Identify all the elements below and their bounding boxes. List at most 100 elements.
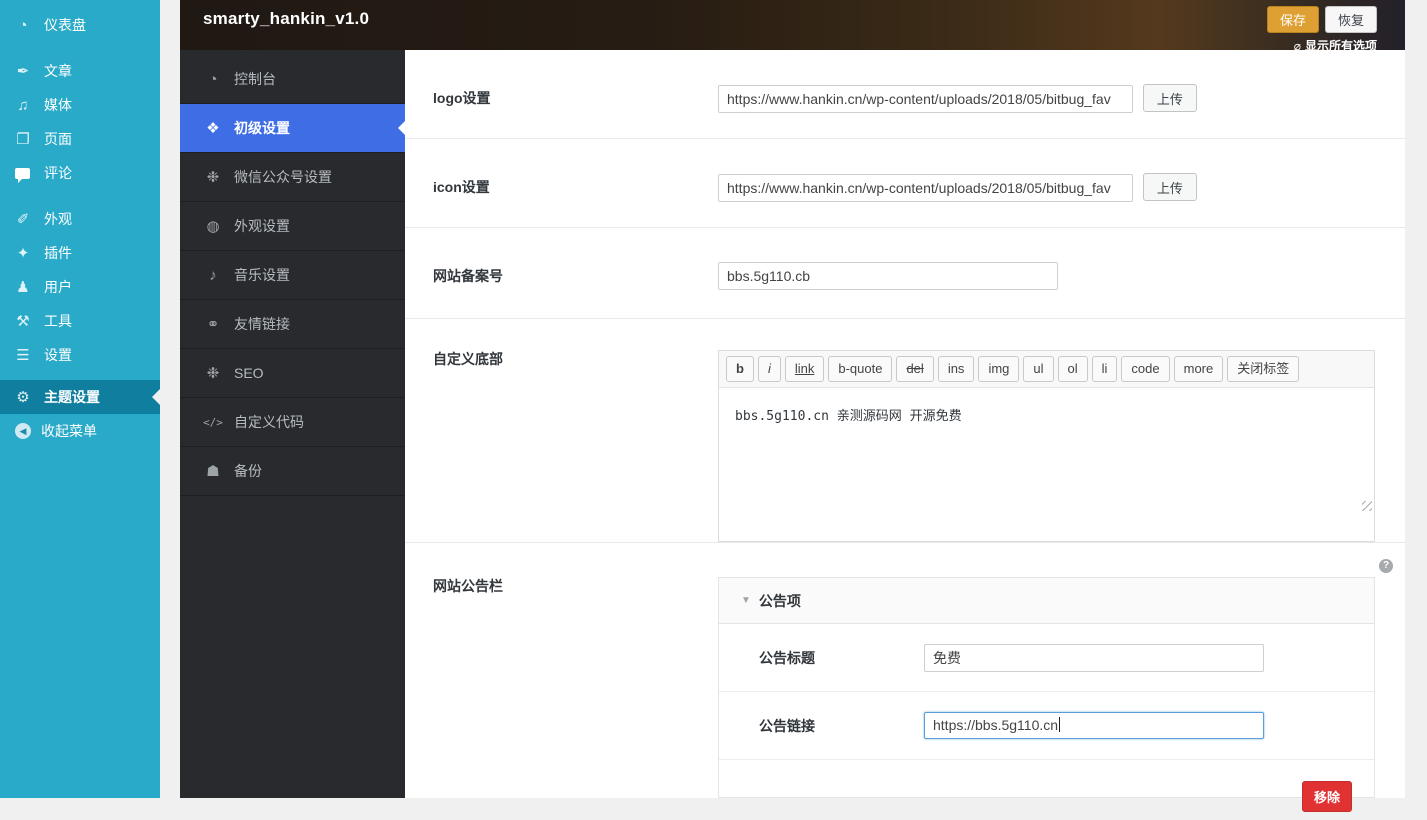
chevron-down-icon: ▼ bbox=[741, 595, 751, 606]
sidebar-item-theme-settings[interactable]: ⚙ 主题设置 bbox=[0, 380, 160, 414]
theme-tab-wechat-settings[interactable]: ❉ 微信公众号设置 bbox=[180, 153, 405, 202]
menu-separator bbox=[0, 372, 160, 380]
wrench-icon: ⚒ bbox=[16, 313, 30, 330]
collapse-arrow-icon: ◀ bbox=[15, 423, 31, 439]
field-label: 网站公告栏 bbox=[433, 578, 503, 594]
qt-img-button[interactable]: img bbox=[978, 356, 1020, 382]
sidebar-item-settings[interactable]: ☰ 设置 bbox=[0, 338, 160, 372]
textarea-resize-handle[interactable] bbox=[1362, 501, 1372, 511]
footer-editor: b i link b-quote del ins img ul ol li co… bbox=[718, 350, 1375, 542]
sidebar-item-users[interactable]: ♟ 用户 bbox=[0, 270, 160, 304]
sliders-icon: ☰ bbox=[16, 347, 30, 364]
qt-link-button[interactable]: link bbox=[784, 356, 825, 382]
active-tab-arrow bbox=[398, 121, 405, 135]
save-button[interactable]: 保存 bbox=[1266, 6, 1319, 33]
eye-slash-icon: ⌀ bbox=[1293, 38, 1301, 53]
sidebar-item-collapse-menu[interactable]: ◀ 收起菜单 bbox=[0, 414, 160, 448]
bug-icon: ❉ bbox=[206, 365, 220, 382]
sidebar-item-comments[interactable]: 评论 bbox=[0, 156, 160, 190]
remove-button[interactable]: 移除 bbox=[1301, 781, 1352, 812]
sidebar-item-label: 收起菜单 bbox=[41, 423, 97, 439]
qt-code-button[interactable]: code bbox=[1121, 356, 1170, 382]
theme-tab-backup[interactable]: ☗ 备份 bbox=[180, 447, 405, 496]
form-row-custom-footer: 自定义底部 b i link b-quote del ins img ul ol… bbox=[405, 319, 1405, 543]
theme-tab-appearance-settings[interactable]: ◍ 外观设置 bbox=[180, 202, 405, 251]
topbar-actions: 保存 恢复 ⌀ 显示所有选项 bbox=[1266, 6, 1377, 53]
dashboard-icon: ◔ bbox=[18, 16, 28, 34]
qt-ins-button[interactable]: ins bbox=[937, 356, 975, 382]
qt-bold-button[interactable]: b bbox=[726, 356, 754, 382]
beian-number-input[interactable] bbox=[718, 262, 1058, 290]
field-label: 网站备案号 bbox=[433, 268, 503, 284]
sidebar-item-label: 仪表盘 bbox=[44, 17, 86, 33]
sidebar-item-label: 媒体 bbox=[44, 97, 72, 113]
theme-tab-custom-code[interactable]: </> 自定义代码 bbox=[180, 398, 405, 447]
settings-form: logo设置 上传 icon设置 上传 网站备案号 自定义底部 b i link… bbox=[405, 50, 1405, 812]
sidebar-item-label: 文章 bbox=[44, 63, 72, 79]
logo-url-input[interactable] bbox=[718, 84, 1133, 113]
sidebar-item-plugins[interactable]: ✦ 插件 bbox=[0, 236, 160, 270]
theme-tab-label: 备份 bbox=[234, 463, 262, 479]
cubes-icon: ❖ bbox=[206, 120, 220, 137]
icon-url-input[interactable] bbox=[718, 173, 1133, 202]
theme-tab-friend-links[interactable]: ⚭ 友情链接 bbox=[180, 300, 405, 349]
announcement-link-value: https://bbs.5g110.cn bbox=[933, 717, 1059, 733]
sidebar-item-label: 主题设置 bbox=[44, 389, 100, 405]
logo-upload-button[interactable]: 上传 bbox=[1142, 84, 1197, 112]
sidebar-item-posts[interactable]: ✒ 文章 bbox=[0, 54, 160, 88]
icon-upload-button[interactable]: 上传 bbox=[1142, 173, 1197, 201]
theme-tab-label: 外观设置 bbox=[234, 218, 290, 234]
sidebar-item-label: 评论 bbox=[44, 165, 72, 181]
sidebar-item-label: 插件 bbox=[44, 245, 72, 261]
theme-tab-console[interactable]: ◔ 控制台 bbox=[180, 55, 405, 104]
theme-tab-music-settings[interactable]: ♪ 音乐设置 bbox=[180, 251, 405, 300]
field-label: 公告链接 bbox=[759, 717, 815, 734]
theme-tab-label: 友情链接 bbox=[234, 316, 290, 332]
gear-icon: ⚙ bbox=[16, 389, 30, 406]
custom-footer-textarea[interactable]: bbs.5g110.cn 亲测源码网 开源免费 bbox=[719, 388, 1374, 513]
announcement-panel-footer: 移除 bbox=[719, 760, 1374, 820]
announcement-link-input[interactable]: https://bbs.5g110.cn bbox=[924, 712, 1264, 739]
theme-topbar: smarty_hankin_v1.0 保存 恢复 ⌀ 显示所有选项 bbox=[180, 0, 1405, 53]
qt-blockquote-button[interactable]: b-quote bbox=[828, 356, 893, 382]
page-title: smarty_hankin_v1.0 bbox=[203, 9, 370, 28]
sidebar-item-pages[interactable]: ❐ 页面 bbox=[0, 122, 160, 156]
bug-icon: ❉ bbox=[206, 169, 220, 186]
announcement-title-input[interactable] bbox=[924, 643, 1264, 672]
show-all-options-label: 显示所有选项 bbox=[1304, 39, 1377, 53]
sidebar-item-label: 页面 bbox=[44, 131, 72, 147]
sidebar-item-media[interactable]: ♫ 媒体 bbox=[0, 88, 160, 122]
code-icon: </> bbox=[203, 415, 223, 429]
sidebar-item-appearance[interactable]: ✐ 外观 bbox=[0, 202, 160, 236]
theme-tab-seo[interactable]: ❉ SEO bbox=[180, 349, 405, 398]
pages-icon: ❐ bbox=[16, 131, 30, 148]
plug-icon: ✦ bbox=[16, 245, 30, 262]
announcement-link-row: 公告链接 https://bbs.5g110.cn bbox=[719, 692, 1374, 760]
help-icon[interactable]: ? bbox=[1379, 559, 1393, 573]
menu-separator bbox=[0, 42, 160, 54]
qt-ul-button[interactable]: ul bbox=[1023, 356, 1054, 382]
qt-close-tags-button[interactable]: 关闭标签 bbox=[1227, 356, 1300, 382]
qt-italic-button[interactable]: i bbox=[757, 356, 781, 382]
brush-icon: ✐ bbox=[16, 211, 30, 228]
dashboard-icon: ◔ bbox=[208, 70, 218, 88]
sidebar-item-label: 用户 bbox=[44, 279, 72, 295]
qt-ol-button[interactable]: ol bbox=[1057, 356, 1088, 382]
qt-del-button[interactable]: del bbox=[896, 356, 934, 382]
show-all-options-toggle[interactable]: ⌀ 显示所有选项 bbox=[1294, 37, 1377, 54]
restore-button[interactable]: 恢复 bbox=[1324, 6, 1377, 33]
sidebar-item-label: 设置 bbox=[44, 347, 72, 363]
comment-bubble-icon bbox=[15, 167, 30, 183]
active-item-arrow bbox=[152, 389, 160, 405]
user-icon: ♟ bbox=[16, 279, 30, 296]
theme-tab-label: 自定义代码 bbox=[234, 414, 304, 430]
theme-tab-basic-settings[interactable]: ❖ 初级设置 bbox=[180, 104, 405, 153]
sidebar-item-dashboard[interactable]: ◔ 仪表盘 bbox=[0, 8, 160, 42]
music-note-icon: ♪ bbox=[209, 266, 217, 284]
sidebar-item-tools[interactable]: ⚒ 工具 bbox=[0, 304, 160, 338]
qt-more-button[interactable]: more bbox=[1173, 356, 1224, 382]
announcement-panel-header[interactable]: ▼ 公告项 bbox=[719, 578, 1374, 624]
theme-settings-sidebar: ◔ 控制台 ❖ 初级设置 ❉ 微信公众号设置 ◍ 外观设置 ♪ 音乐设置 ⚭ 友… bbox=[180, 0, 405, 798]
shield-icon: ☗ bbox=[206, 463, 220, 480]
qt-li-button[interactable]: li bbox=[1091, 356, 1118, 382]
